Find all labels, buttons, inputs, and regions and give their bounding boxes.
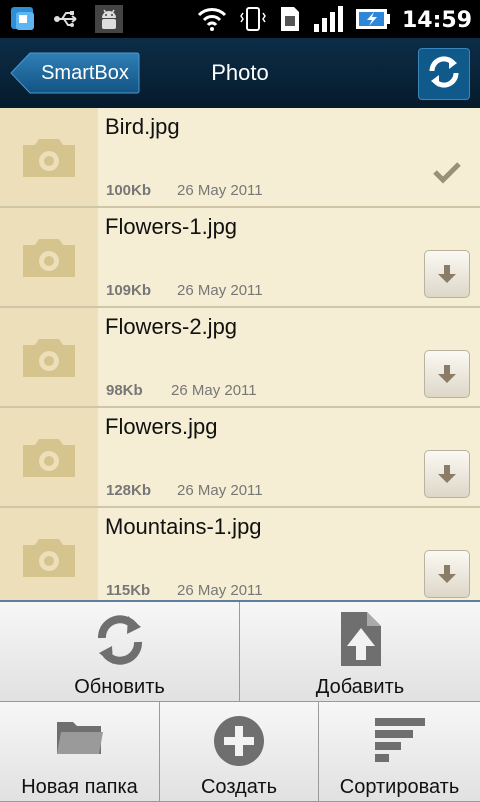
download-arrow-icon (438, 365, 456, 383)
sim-card-icon (278, 4, 302, 38)
back-button[interactable]: SmartBox (10, 52, 140, 94)
sort-icon (373, 716, 427, 766)
menu-item-sort[interactable]: Сортировать (319, 702, 480, 802)
sync-button[interactable] (418, 48, 470, 100)
camera-icon (23, 539, 75, 577)
camera-icon (23, 239, 75, 277)
camera-icon (23, 139, 75, 177)
camera-icon (23, 339, 75, 377)
photo-thumbnail (0, 208, 98, 306)
download-button[interactable] (424, 450, 470, 498)
usb-icon (52, 4, 82, 38)
file-size: 98Kb (106, 382, 143, 399)
download-arrow-icon (438, 265, 456, 283)
file-size: 128Kb (106, 482, 152, 499)
file-name: Bird.jpg (105, 114, 180, 139)
download-button[interactable] (424, 350, 470, 398)
file-size: 100Kb (106, 182, 152, 199)
file-name: Flowers-1.jpg (105, 214, 238, 239)
menu-item-label: Добавить (315, 676, 405, 698)
file-name: Mountains-1.jpg (105, 514, 262, 539)
file-size: 115Kb (106, 582, 151, 599)
download-button[interactable] (424, 550, 470, 598)
refresh-icon (92, 612, 148, 672)
signal-icon (312, 4, 344, 38)
file-date: 26 May 2011 (177, 582, 263, 599)
file-name: Flowers-2.jpg (105, 314, 238, 339)
photo-thumbnail (0, 108, 98, 206)
menu-item-label: Создать (200, 776, 277, 798)
file-row[interactable]: Flowers-2.jpg 98Kb 26 May 2011 (0, 308, 480, 408)
wifi-icon (196, 4, 228, 38)
download-arrow-icon (438, 565, 456, 583)
photo-thumbnail (0, 508, 98, 600)
menu-item-label: Новая папка (21, 776, 138, 798)
status-bar: 14:59 (0, 0, 480, 38)
camera-icon (23, 439, 75, 477)
clock: 14:59 (401, 8, 472, 33)
back-button-label: SmartBox (41, 61, 129, 84)
file-list[interactable]: Bird.jpg 100Kb 26 May 2011 Flowers-1.jpg… (0, 108, 480, 600)
options-menu: Обновить Добавить Новая папка Создать Со… (0, 600, 480, 802)
title-bar: SmartBox Photo (0, 38, 480, 108)
file-row[interactable]: Flowers-1.jpg 109Kb 26 May 2011 (0, 208, 480, 308)
checkmark-icon (432, 160, 462, 188)
menu-item-label: Сортировать (339, 776, 460, 798)
file-date: 26 May 2011 (171, 382, 257, 399)
menu-item-create[interactable]: Создать (160, 702, 319, 802)
app-notification-icon (8, 4, 40, 38)
menu-item-add[interactable]: Добавить (240, 602, 480, 702)
download-arrow-icon (438, 465, 456, 483)
file-name: Flowers.jpg (105, 414, 218, 439)
file-size: 109Kb (106, 282, 152, 299)
vibrate-icon (238, 4, 268, 38)
file-row[interactable]: Flowers.jpg 128Kb 26 May 2011 (0, 408, 480, 508)
photo-thumbnail (0, 308, 98, 406)
file-date: 26 May 2011 (177, 282, 263, 299)
menu-item-new-folder[interactable]: Новая папка (0, 702, 160, 802)
file-row[interactable]: Bird.jpg 100Kb 26 May 2011 (0, 108, 480, 208)
folder-icon (55, 716, 105, 762)
sync-icon (426, 54, 462, 94)
battery-charging-icon (354, 4, 392, 38)
file-date: 26 May 2011 (177, 182, 263, 199)
android-debug-icon (94, 4, 124, 38)
download-button[interactable] (424, 250, 470, 298)
menu-item-refresh[interactable]: Обновить (0, 602, 240, 702)
upload-file-icon (335, 610, 385, 672)
add-circle-icon (212, 714, 266, 772)
file-row[interactable]: Mountains-1.jpg 115Kb 26 May 2011 (0, 508, 480, 600)
file-date: 26 May 2011 (177, 482, 263, 499)
menu-item-label: Обновить (74, 676, 165, 698)
photo-thumbnail (0, 408, 98, 506)
